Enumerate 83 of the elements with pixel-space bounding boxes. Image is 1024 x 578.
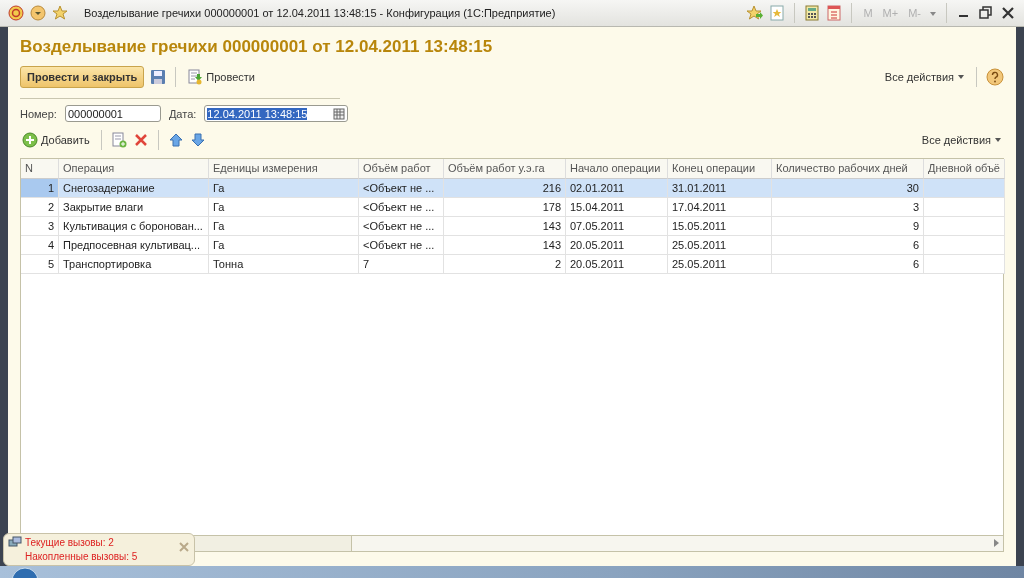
table-cell: 17.04.2011 (668, 198, 772, 217)
start-orb-icon[interactable] (10, 566, 40, 578)
add-button[interactable]: Добавить (20, 132, 92, 148)
table-cell: 25.05.2011 (668, 236, 772, 255)
column-header[interactable]: Объём работ у.э.га (444, 159, 566, 179)
table-cell: Снегозадержание (59, 179, 209, 198)
post-and-close-button[interactable]: Провести и закрыть (20, 66, 145, 88)
table-cell: 20.05.2011 (566, 236, 668, 255)
document-heading: Возделывание гречихи 000000001 от 12.04.2011 13:48:15 (20, 37, 494, 57)
column-header[interactable]: Операция (59, 159, 209, 179)
copy-add-icon[interactable] (110, 132, 127, 148)
table-cell: 20.05.2011 (566, 255, 668, 274)
column-header[interactable]: Начало операции (566, 159, 668, 179)
caret-icon (957, 73, 965, 81)
plus-icon (22, 132, 38, 148)
table-cell: 2 (444, 255, 566, 274)
all-actions-menu[interactable]: Все действия (919, 134, 1004, 146)
table-cell: 9 (772, 217, 924, 236)
column-header[interactable]: Объём работ (359, 159, 444, 179)
table-cell: <Объект не ... (359, 217, 444, 236)
table-cell: 178 (444, 198, 566, 217)
table-cell: 07.05.2011 (566, 217, 668, 236)
close-icon[interactable] (1000, 5, 1016, 21)
column-header[interactable]: Дневной объё (924, 159, 1005, 179)
table-cell: Тонна (209, 255, 359, 274)
date-field[interactable]: 12.04.2011 13:48:15 (204, 105, 349, 122)
delete-icon[interactable] (132, 132, 149, 148)
logo-icon[interactable] (8, 5, 24, 21)
table-cell: 31.01.2011 (668, 179, 772, 198)
computers-icon (8, 536, 22, 550)
calendar-icon[interactable] (826, 5, 843, 21)
down-arrow-icon[interactable] (189, 132, 206, 148)
table-cell: 5 (21, 255, 59, 274)
all-actions-menu[interactable]: Все действия (882, 71, 967, 83)
table-cell: 15.04.2011 (566, 198, 668, 217)
table-cell: 2 (21, 198, 59, 217)
table-cell: 30 (772, 179, 924, 198)
calculator-icon[interactable] (804, 5, 821, 21)
column-header[interactable]: Еденицы измерения (209, 159, 359, 179)
star-arrow-icon[interactable] (747, 5, 764, 21)
column-header[interactable]: Количество рабочих дней (772, 159, 924, 179)
table-cell: 6 (772, 255, 924, 274)
field-label: Дата: (168, 107, 197, 120)
table-cell: 216 (444, 179, 566, 198)
restore-icon[interactable] (978, 5, 994, 21)
calendar-icon[interactable] (333, 107, 346, 120)
table-cell: 7 (359, 255, 444, 274)
table-cell: 1 (21, 179, 59, 198)
status-line: Накопленные вызовы: 5 (25, 550, 139, 564)
status-line: Текущие вызовы: 2 (25, 536, 115, 550)
table-cell: 143 (444, 217, 566, 236)
post-button[interactable]: Провести (185, 69, 257, 85)
star-icon[interactable] (52, 5, 68, 21)
table-cell: 3 (772, 198, 924, 217)
save-icon[interactable] (150, 69, 167, 85)
help-icon[interactable] (986, 68, 1004, 86)
table-cell: Га (209, 236, 359, 255)
table-cell: Га (209, 198, 359, 217)
table-cell: Закрытие влаги (59, 198, 209, 217)
dropdown-icon[interactable] (30, 5, 46, 21)
number-field[interactable]: 000000001 (64, 105, 161, 122)
document-icon (187, 69, 204, 85)
caret-icon (994, 136, 1002, 144)
table-cell: 4 (21, 236, 59, 255)
table-cell: Га (209, 217, 359, 236)
column-header[interactable]: Конец операции (668, 159, 772, 179)
table-cell: Транспортировка (59, 255, 209, 274)
table-cell: <Объект не ... (359, 236, 444, 255)
up-arrow-icon[interactable] (167, 132, 184, 148)
window-title: Возделывание гречихи 000000001 от 12.04.2011 13:48:15 - Конфигурация (1С:Предприятие) (84, 7, 556, 19)
table-cell: <Объект не ... (359, 179, 444, 198)
table-cell: 15.05.2011 (668, 217, 772, 236)
table-cell: Га (209, 179, 359, 198)
table-cell: <Объект не ... (359, 198, 444, 217)
field-label: Номер: (20, 107, 57, 120)
table-cell: 02.01.2011 (566, 179, 668, 198)
table-cell: 143 (444, 236, 566, 255)
table-cell: 3 (21, 217, 59, 236)
table-cell: Культивация с боронован... (59, 217, 209, 236)
column-header[interactable]: N (21, 159, 59, 179)
table-cell: Предпосевная культивац... (59, 236, 209, 255)
table-cell: 25.05.2011 (668, 255, 772, 274)
table-cell: 6 (772, 236, 924, 255)
